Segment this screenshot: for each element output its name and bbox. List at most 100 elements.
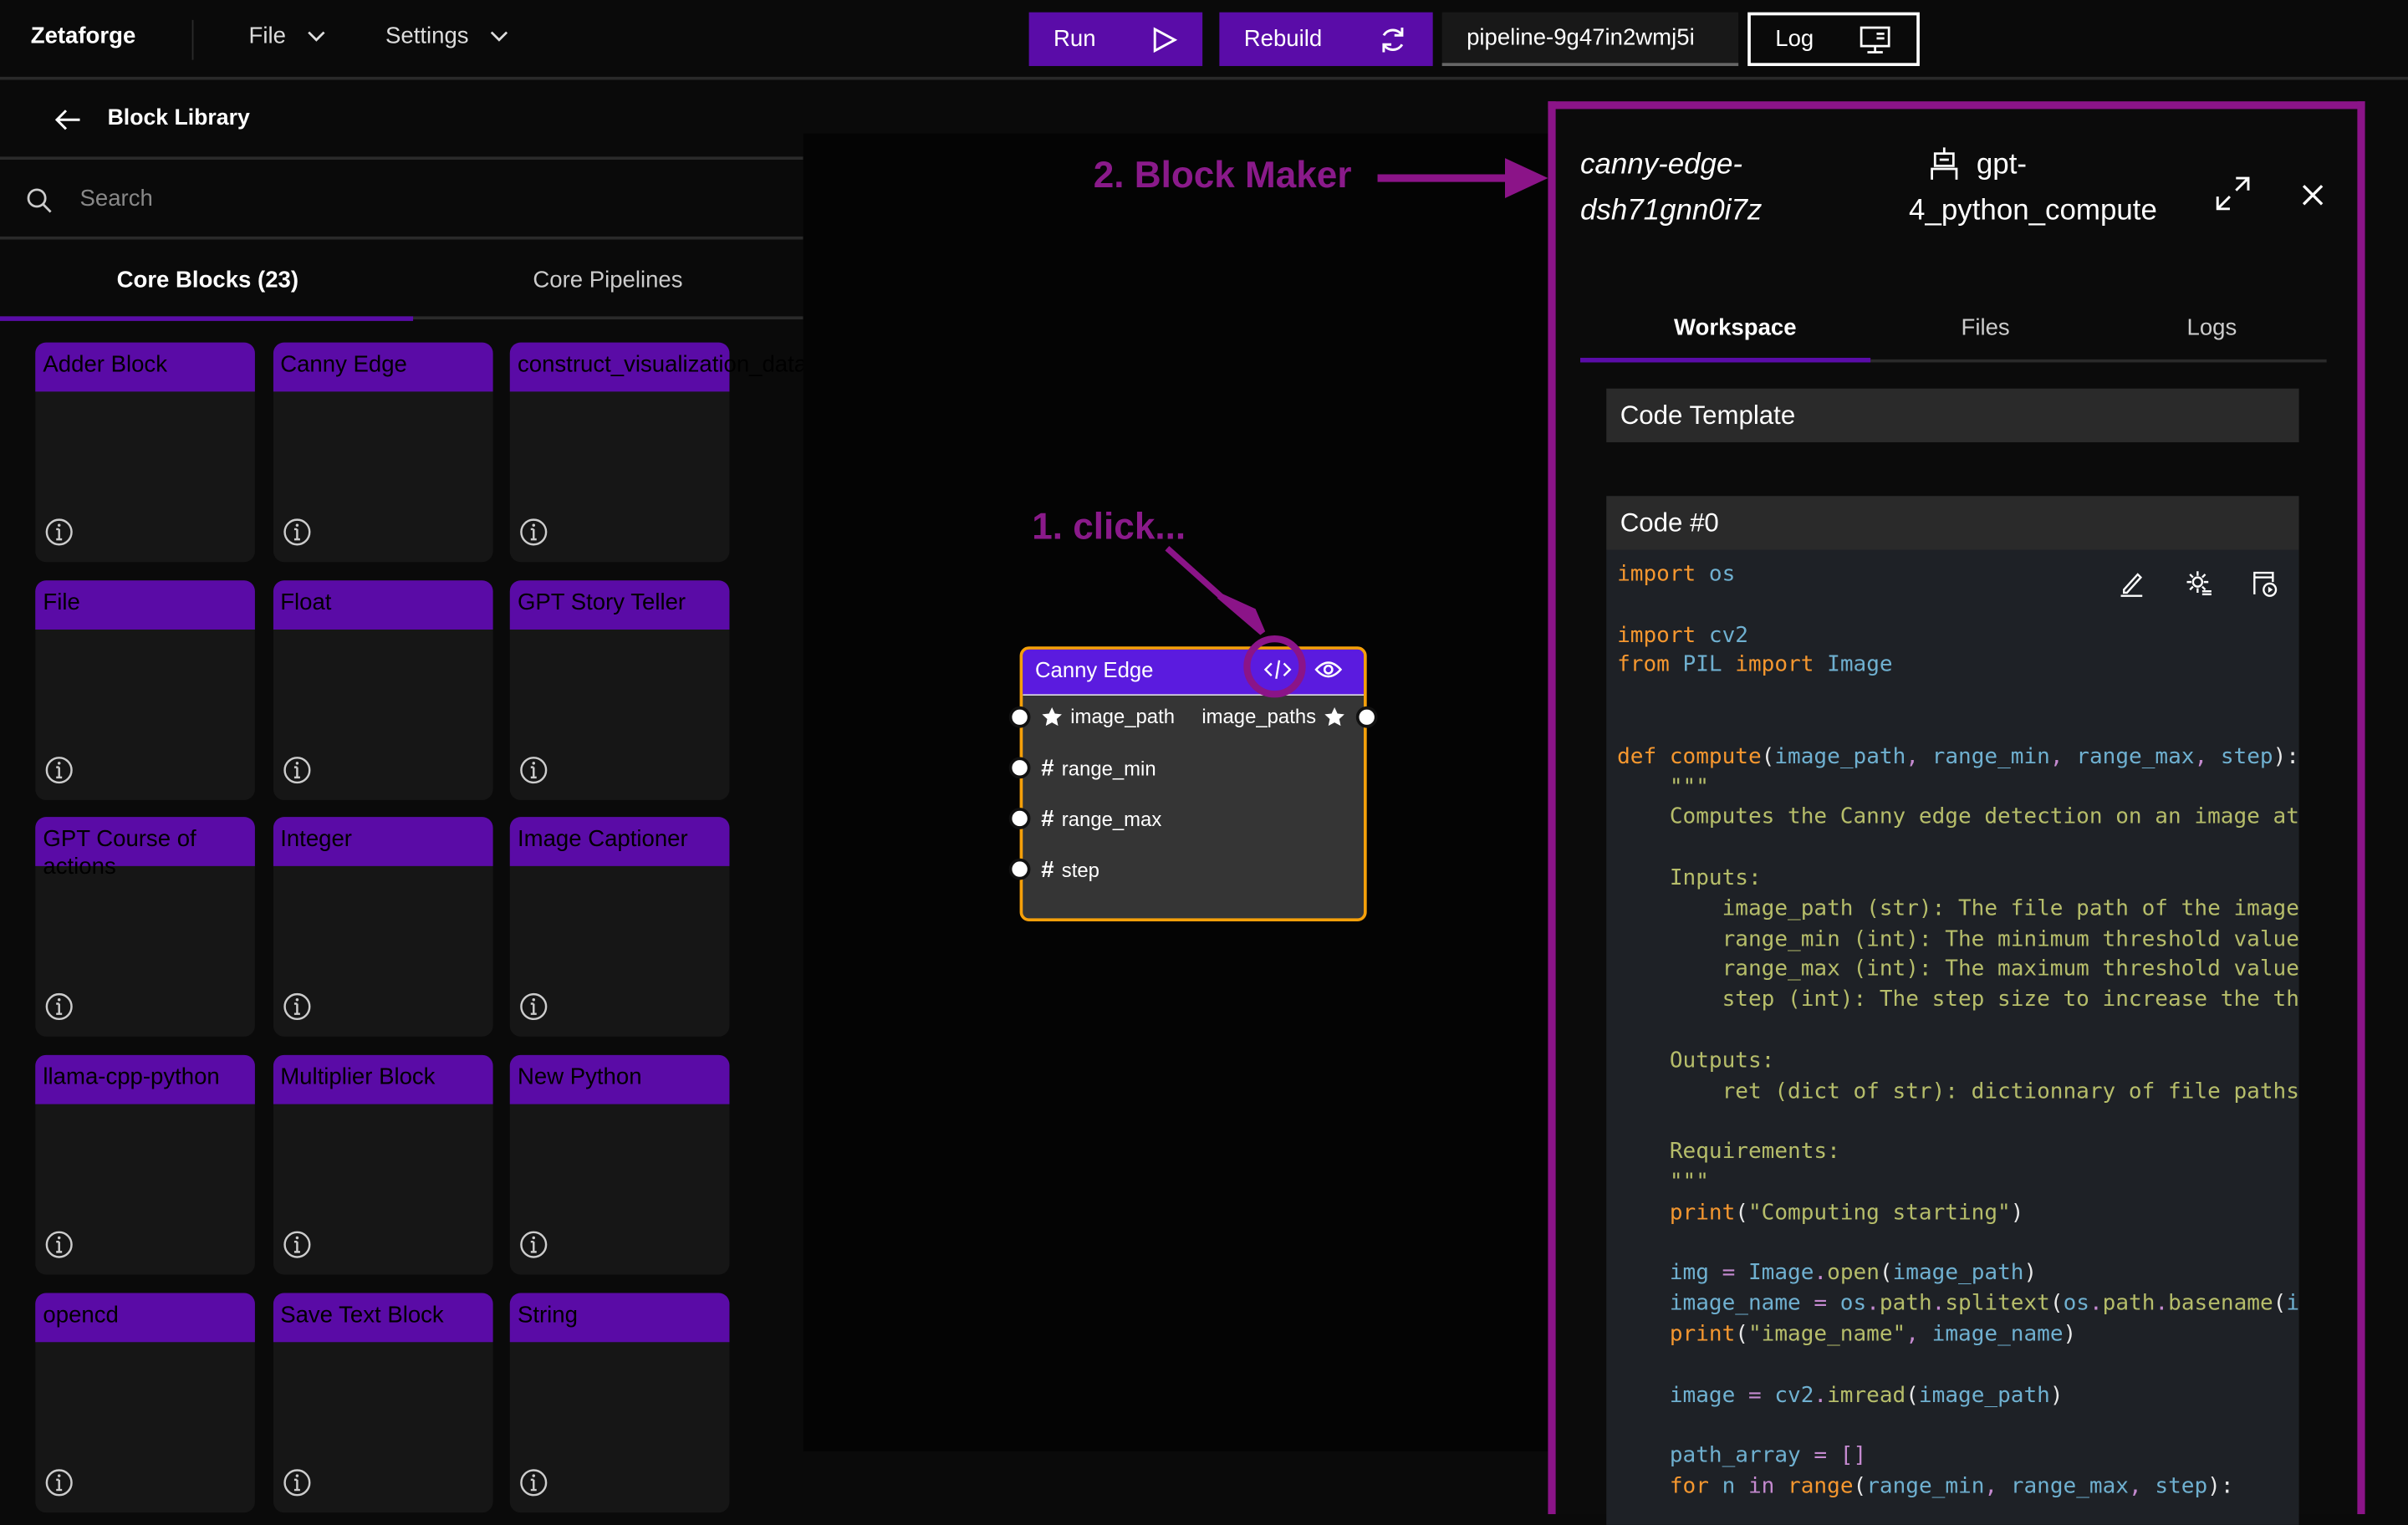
block-id: canny-edge-dsh71gnn0i7z — [1580, 143, 1762, 235]
code-token: range_max (int): The maximum threshold v… — [1617, 956, 2299, 982]
code-token: ( — [1879, 1261, 1893, 1286]
code-token: image_path — [1774, 744, 1906, 769]
code-template-header[interactable]: Code Template — [1606, 388, 2299, 442]
code-token: ) — [2023, 1261, 2038, 1286]
code-token: "image_name" — [1747, 1322, 1906, 1347]
code-line: range_max (int): The maximum threshold v… — [1617, 956, 2299, 986]
code-line: step (int): The step size to increase th… — [1617, 986, 2299, 1016]
code-token: cv2 — [1696, 622, 1748, 648]
code-token: path — [1879, 1291, 1932, 1317]
code-token: image_path (str): The file path of the i… — [1617, 896, 2299, 921]
code-token: open — [1827, 1261, 1880, 1286]
code-line: for n in range(range_min, range_max, ste… — [1617, 1472, 2299, 1502]
code-token: ) — [2010, 1200, 2024, 1226]
code-token: [] — [1839, 1443, 1867, 1469]
model-name: gpt- 4_python_compute — [1909, 143, 2157, 235]
code-title: Code #0 — [1606, 496, 2299, 550]
code-line: from PIL import Image — [1617, 651, 2299, 681]
annotation-block-maker: 2. Block Maker — [1093, 155, 1352, 197]
code-token: range_max — [2010, 1474, 2129, 1499]
code-token: image — [1617, 1383, 1736, 1408]
code-token: , — [1905, 1322, 1932, 1347]
code-token: step — [2220, 744, 2273, 769]
code-token: imread — [1827, 1383, 1906, 1408]
code-token: ): — [2207, 1474, 2234, 1499]
code-token: ( — [1735, 1200, 1748, 1226]
code-token: print — [1617, 1322, 1736, 1347]
code-token: . — [1814, 1261, 1828, 1286]
close-icon[interactable] — [2300, 183, 2324, 207]
code-token: from — [1617, 653, 1670, 678]
tab-files[interactable]: Files — [1962, 315, 2010, 341]
block-id-line-2: dsh71gnn0i7z — [1579, 195, 1763, 227]
code-token: = — [1708, 1261, 1748, 1286]
code-token: . — [1931, 1291, 1946, 1317]
code-token: print — [1617, 1200, 1736, 1226]
code-token: range_min — [1931, 744, 2050, 769]
code-token: compute — [1669, 744, 1762, 769]
code-line: print("image_name", image_name) — [1617, 1320, 2299, 1350]
code-token: ret (dict of str): dictionnary of file p… — [1617, 1079, 2299, 1104]
block-maker-panel: canny-edge-dsh71gnn0i7z gpt- 4_python_com… — [1548, 101, 2365, 1525]
code-token: """ — [1617, 1170, 1709, 1195]
code-token: in — [1747, 1474, 1775, 1499]
code-token: . — [2089, 1291, 2103, 1317]
code-token: i — [2286, 1291, 2299, 1317]
tab-logs[interactable]: Logs — [2187, 315, 2237, 341]
code-editor[interactable]: Code #0 import os import cv2 from PIL imp… — [1606, 496, 2299, 1525]
tab-workspace[interactable]: Workspace — [1674, 315, 1797, 341]
code-line: print("Computing starting") — [1617, 1199, 2299, 1229]
code-token: PIL — [1669, 653, 1736, 678]
code-token: , — [2128, 1474, 2155, 1499]
edit-pencil-icon[interactable] — [2118, 569, 2145, 597]
code-token: "Computing starting" — [1747, 1200, 2011, 1226]
code-token: step (int): The step size to increase th… — [1617, 987, 2299, 1012]
code-token: """ — [1617, 774, 1709, 800]
code-token: step — [2155, 1474, 2208, 1499]
code-line: path_array = [] — [1617, 1442, 2299, 1472]
code-token: image_name — [1617, 1291, 1801, 1317]
code-token: ( — [1905, 1383, 1919, 1408]
run-document-icon[interactable] — [2252, 569, 2279, 597]
code-token: ) — [2063, 1322, 2077, 1347]
code-token: os — [1839, 1291, 1867, 1317]
code-token: def — [1617, 744, 1670, 769]
code-token: range_min — [1866, 1474, 1985, 1499]
gear-list-icon[interactable] — [2186, 569, 2213, 597]
code-line: Computes the Canny edge detection on an … — [1617, 803, 2299, 834]
expand-icon[interactable] — [2213, 174, 2253, 214]
annotation-arrowhead-2 — [1504, 158, 1548, 198]
code-token: Computes the Canny edge detection on an … — [1617, 805, 2299, 830]
code-content[interactable]: import os import cv2 from PIL import Imag… — [1617, 560, 2299, 1502]
code-token: . — [2155, 1291, 2169, 1317]
code-token: for — [1617, 1474, 1709, 1499]
code-token: ( — [1761, 744, 1775, 769]
code-line: image_name = os.path.splitext(os.path.ba… — [1617, 1290, 2299, 1320]
code-token: , — [1984, 1474, 2011, 1499]
annotation-click: 1. click... — [1032, 507, 1186, 548]
code-token: n — [1708, 1474, 1748, 1499]
code-token: Image — [1814, 653, 1893, 678]
code-token: splitext — [1945, 1291, 2050, 1317]
code-token: import — [1617, 562, 1696, 587]
code-line: """ — [1617, 773, 2299, 803]
code-line: import cv2 — [1617, 621, 2299, 651]
code-token: ( — [2273, 1291, 2287, 1317]
block-id-line-1: canny-edge- — [1579, 149, 1742, 181]
code-token: Outputs: — [1617, 1048, 1775, 1074]
code-token: ( — [1853, 1474, 1867, 1499]
code-token: basename — [2168, 1291, 2273, 1317]
code-line: image_path (str): The file path of the i… — [1617, 895, 2299, 925]
code-token: , — [1905, 744, 1932, 769]
code-line: Inputs: — [1617, 865, 2299, 895]
code-line: Requirements: — [1617, 1138, 2299, 1168]
code-line: """ — [1617, 1169, 2299, 1199]
code-token: image_name — [1931, 1322, 2064, 1347]
code-token: = — [1800, 1443, 1840, 1469]
model-line-1: gpt- — [1976, 149, 2028, 181]
